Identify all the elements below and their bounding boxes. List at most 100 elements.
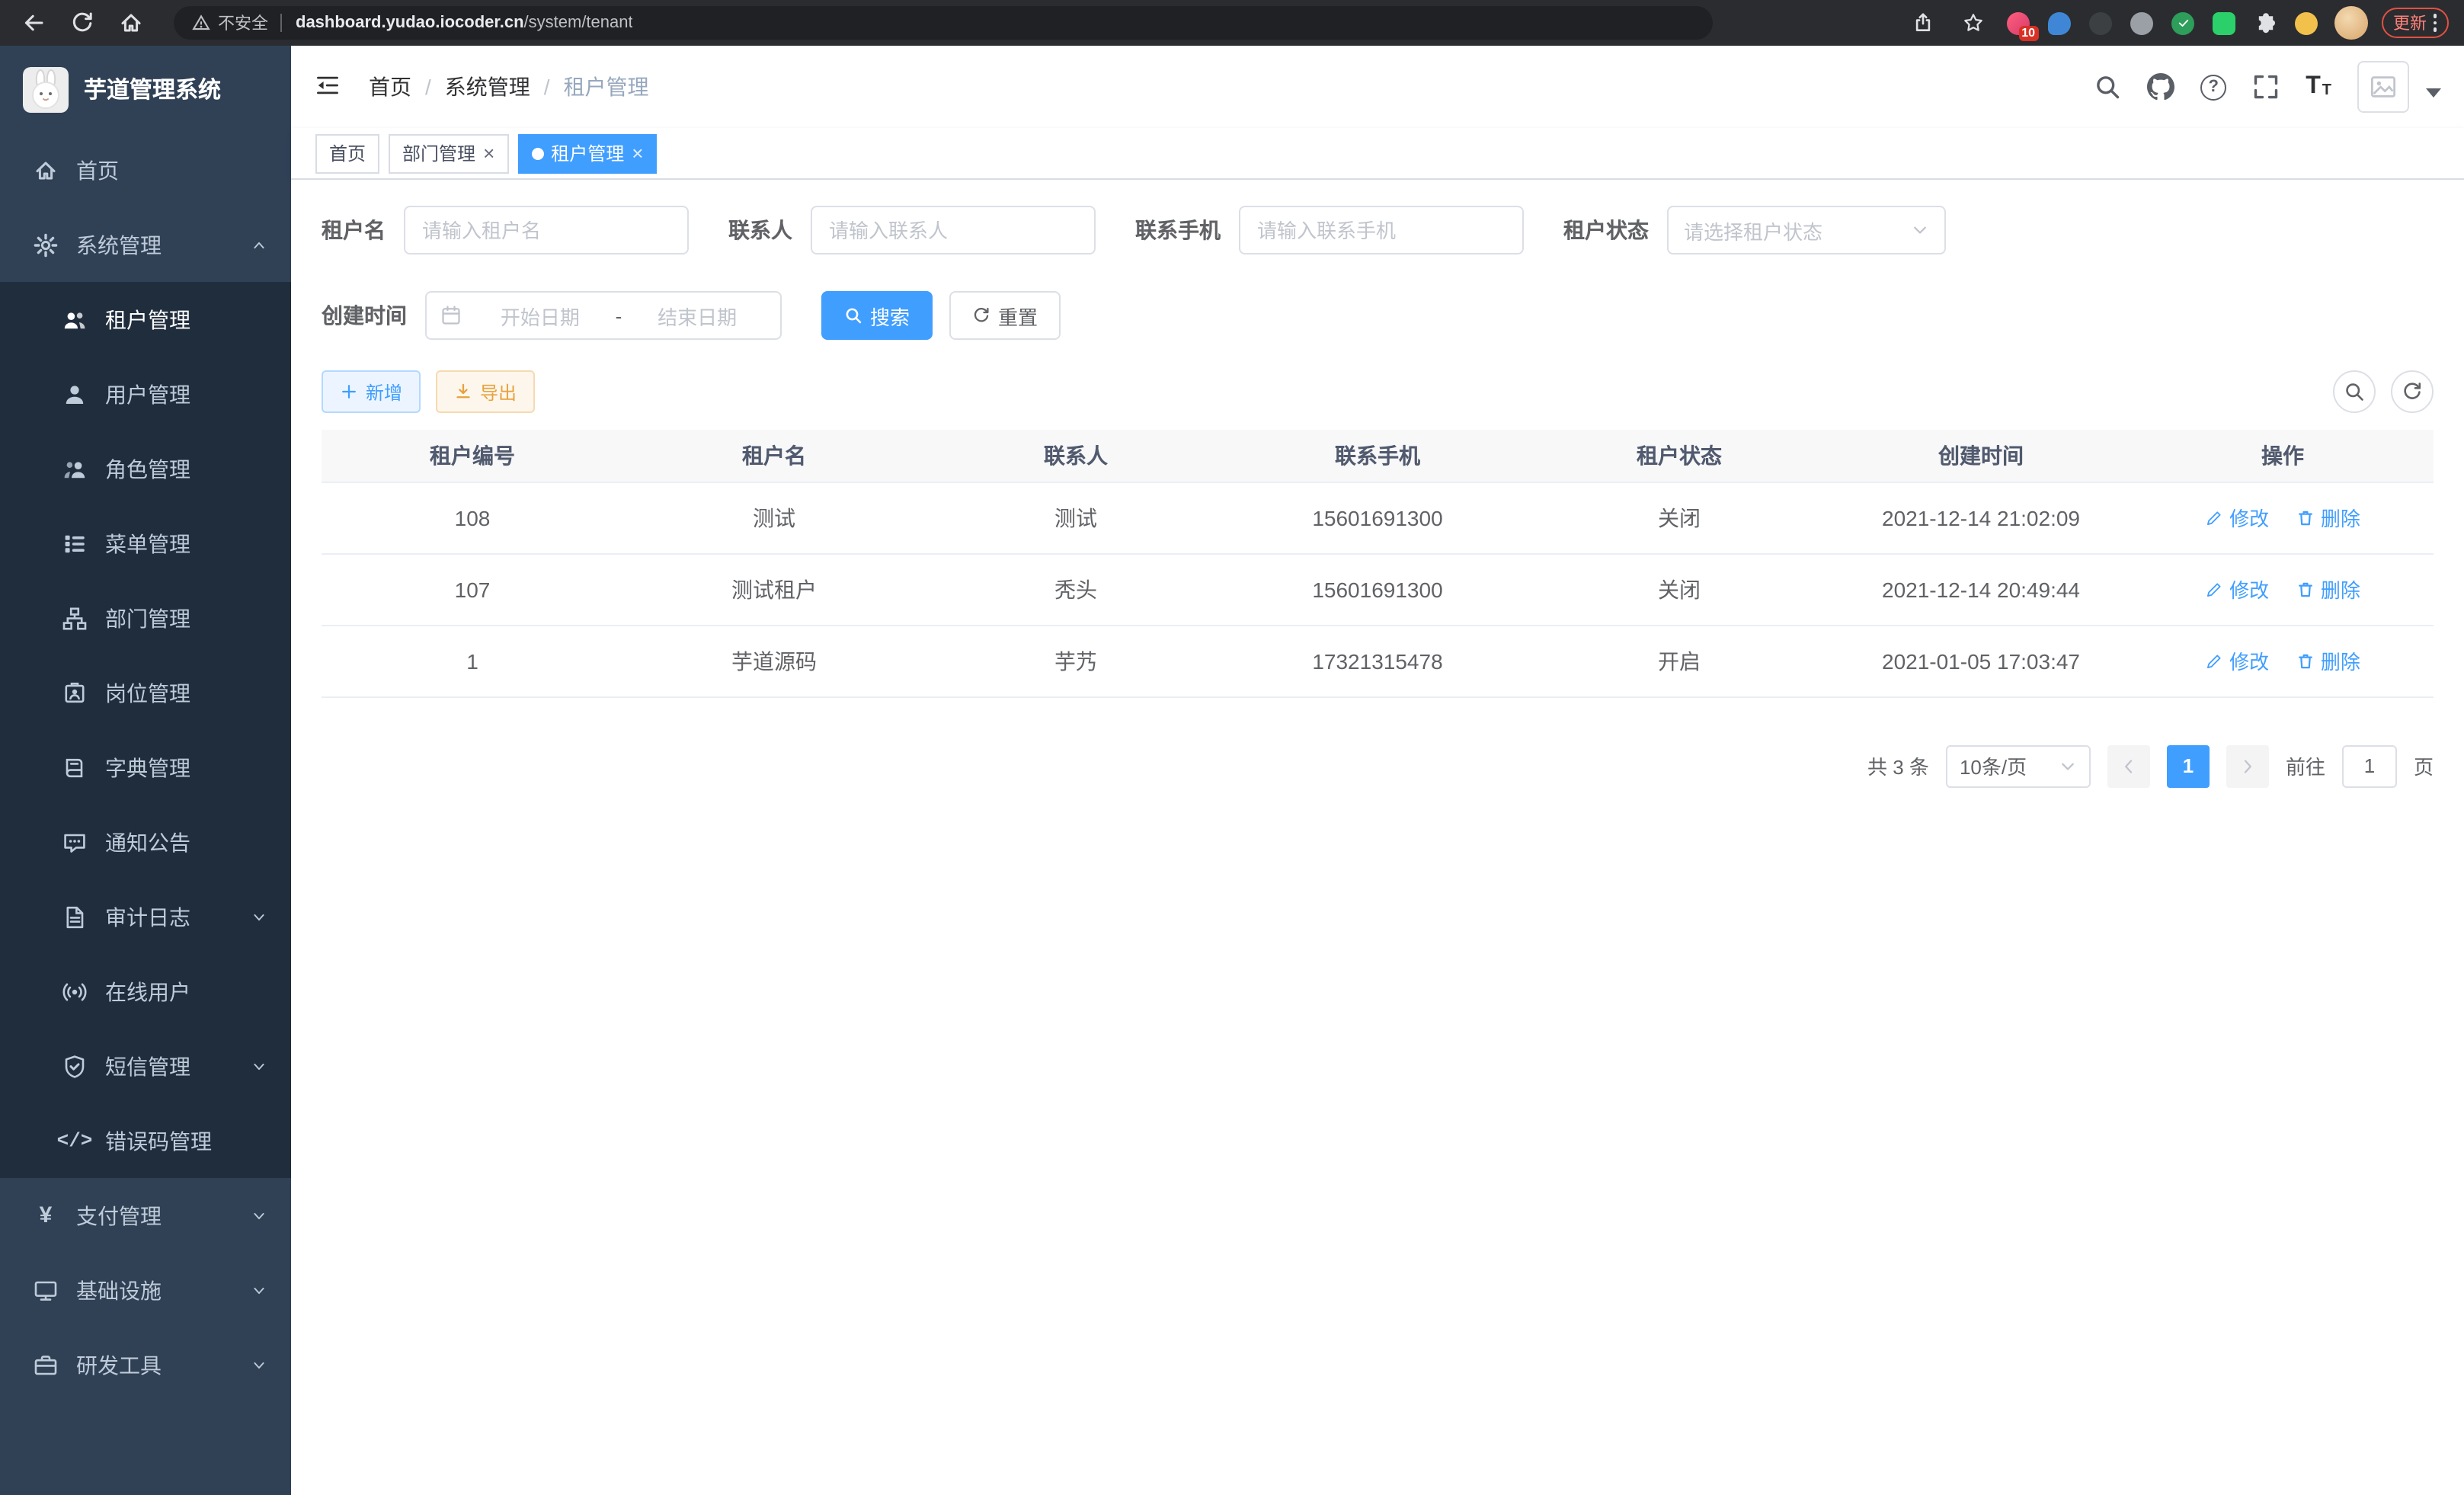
toggle-search-button[interactable] (2333, 370, 2376, 413)
sidebar-group-devtools[interactable]: 研发工具 (0, 1327, 291, 1402)
system-submenu: 租户管理 用户管理 角色管理 菜单管理 (0, 282, 291, 1178)
delete-button[interactable]: 删除 (2296, 646, 2360, 675)
tab-home[interactable]: 首页 (315, 133, 379, 173)
delete-button[interactable]: 删除 (2296, 503, 2360, 532)
close-icon[interactable] (632, 143, 643, 163)
caret-down-icon[interactable] (2426, 88, 2441, 98)
close-icon[interactable] (483, 143, 494, 163)
hamburger-icon[interactable] (314, 72, 344, 102)
contact-input[interactable] (811, 206, 1096, 255)
delete-button[interactable]: 删除 (2296, 575, 2360, 603)
sidebar-item-online-users[interactable]: 在线用户 (0, 954, 291, 1029)
tab-tenant-active[interactable]: 租户管理 (517, 133, 657, 173)
tenant-table: 租户编号 租户名 联系人 联系手机 租户状态 创建时间 操作 108 测试 (322, 430, 2434, 697)
chevron-down-icon (1911, 221, 1929, 239)
help-icon[interactable] (2200, 74, 2226, 100)
cell-phone: 17321315478 (1227, 625, 1528, 696)
reset-button[interactable]: 重置 (949, 291, 1061, 340)
export-button[interactable]: 导出 (436, 370, 535, 413)
browser-home-icon[interactable] (113, 5, 149, 41)
filter-form-row-1: 租户名 联系人 联系手机 租户状态 请选择租户状态 (322, 206, 2434, 255)
start-date-placeholder[interactable]: 开始日期 (471, 301, 610, 330)
cell-actions: 修改 删除 (2132, 625, 2434, 696)
edit-button[interactable]: 修改 (2205, 646, 2269, 675)
tab-dept[interactable]: 部门管理 (389, 133, 508, 173)
sidebar-item-tenant[interactable]: 租户管理 (0, 282, 291, 357)
extension-icon-blue[interactable] (2046, 9, 2073, 37)
breadcrumb-home[interactable]: 首页 (369, 72, 411, 102)
sidebar-group-system[interactable]: 系统管理 (0, 207, 291, 282)
url-path: /system/tenant (524, 14, 633, 32)
cell-tenant-id: 107 (322, 553, 623, 625)
github-icon[interactable] (2147, 73, 2174, 101)
security-label[interactable]: 不安全 (218, 11, 268, 35)
sidebar-group-audit-log[interactable]: 审计日志 (0, 879, 291, 954)
refresh-table-button[interactable] (2391, 370, 2434, 413)
search-icon[interactable] (2094, 73, 2121, 101)
table-row[interactable]: 107 测试租户 秃头 15601691300 关闭 2021-12-14 20… (322, 553, 2434, 625)
table-row[interactable]: 108 测试 测试 15601691300 关闭 2021-12-14 21:0… (322, 482, 2434, 553)
extension-icon-gray[interactable] (2128, 9, 2155, 37)
browser-back-icon[interactable] (15, 5, 52, 41)
breadcrumb-current: 租户管理 (564, 72, 649, 102)
status-select[interactable]: 请选择租户状态 (1667, 206, 1946, 255)
error-code-icon: </> (62, 1128, 87, 1153)
create-time-label: 创建时间 (322, 300, 407, 331)
download-icon (454, 383, 472, 401)
sidebar-group-payment[interactable]: ¥ 支付管理 (0, 1178, 291, 1253)
prev-page-button[interactable] (2107, 744, 2150, 787)
extension-icon-yellow[interactable] (2293, 9, 2320, 37)
address-bar[interactable]: 不安全 dashboard.yudao.iocoder.cn/system/te… (174, 6, 1713, 40)
sidebar-item-home[interactable]: 首页 (0, 133, 291, 207)
roles-icon (62, 456, 87, 481)
sidebar-item-departments[interactable]: 部门管理 (0, 581, 291, 655)
page-unit-label: 页 (2414, 751, 2434, 780)
browser-menu-kebab-icon[interactable] (2433, 14, 2437, 32)
phone-input[interactable] (1239, 206, 1524, 255)
edit-button[interactable]: 修改 (2205, 503, 2269, 532)
chevron-up-icon (251, 237, 267, 252)
sidebar-group-infrastructure[interactable]: 基础设施 (0, 1253, 291, 1327)
fullscreen-icon[interactable] (2252, 73, 2280, 101)
extension-icon-green-check[interactable] (2169, 9, 2197, 37)
sidebar-item-roles[interactable]: 角色管理 (0, 431, 291, 506)
extension-icon-dark[interactable] (2087, 9, 2114, 37)
sidebar-item-menus[interactable]: 菜单管理 (0, 506, 291, 581)
sidebar-item-users[interactable]: 用户管理 (0, 357, 291, 431)
edit-button[interactable]: 修改 (2205, 575, 2269, 603)
sidebar-group-sms[interactable]: 短信管理 (0, 1029, 291, 1103)
goto-page-input[interactable] (2342, 744, 2397, 787)
share-icon[interactable] (1904, 5, 1941, 41)
user-avatar[interactable] (2357, 61, 2409, 113)
tenant-name-input[interactable] (404, 206, 689, 255)
create-time-range-picker[interactable]: 开始日期 - 结束日期 (425, 291, 782, 340)
table-row[interactable]: 1 芋道源码 芋艿 17321315478 开启 2021-01-05 17:0… (322, 625, 2434, 696)
add-button[interactable]: 新增 (322, 370, 421, 413)
sidebar-item-error-codes[interactable]: </> 错误码管理 (0, 1103, 291, 1178)
calendar-icon (440, 305, 462, 326)
end-date-placeholder[interactable]: 结束日期 (628, 301, 766, 330)
extension-icon-green-chat[interactable] (2210, 9, 2238, 37)
next-page-button[interactable] (2226, 744, 2269, 787)
extension-icon-pink[interactable]: 10 (2005, 9, 2032, 37)
pagination-total: 共 3 条 (1867, 751, 1929, 780)
browser-profile-avatar[interactable] (2334, 6, 2367, 40)
font-size-icon[interactable]: TT (2306, 75, 2331, 99)
bookmark-star-icon[interactable] (1954, 5, 1991, 41)
user-icon (62, 382, 87, 406)
app-logo[interactable]: 芋道管理系统 (0, 46, 291, 133)
chrome-update-button[interactable]: 更新 (2381, 8, 2449, 38)
chevron-down-icon (251, 1208, 267, 1223)
sidebar-item-dictionary[interactable]: 字典管理 (0, 730, 291, 805)
breadcrumb-system[interactable]: 系统管理 (445, 72, 530, 102)
gear-icon (34, 232, 58, 257)
sidebar-item-notices[interactable]: 通知公告 (0, 805, 291, 879)
page-size-select[interactable]: 10条/页 (1946, 744, 2091, 787)
browser-reload-icon[interactable] (64, 5, 101, 41)
extensions-puzzle-icon[interactable] (2251, 9, 2279, 37)
sidebar-item-posts[interactable]: 岗位管理 (0, 655, 291, 730)
audit-log-icon (62, 904, 87, 929)
search-button[interactable]: 搜索 (821, 291, 933, 340)
col-tenant-id: 租户编号 (322, 430, 623, 482)
page-number-button[interactable]: 1 (2167, 744, 2210, 787)
